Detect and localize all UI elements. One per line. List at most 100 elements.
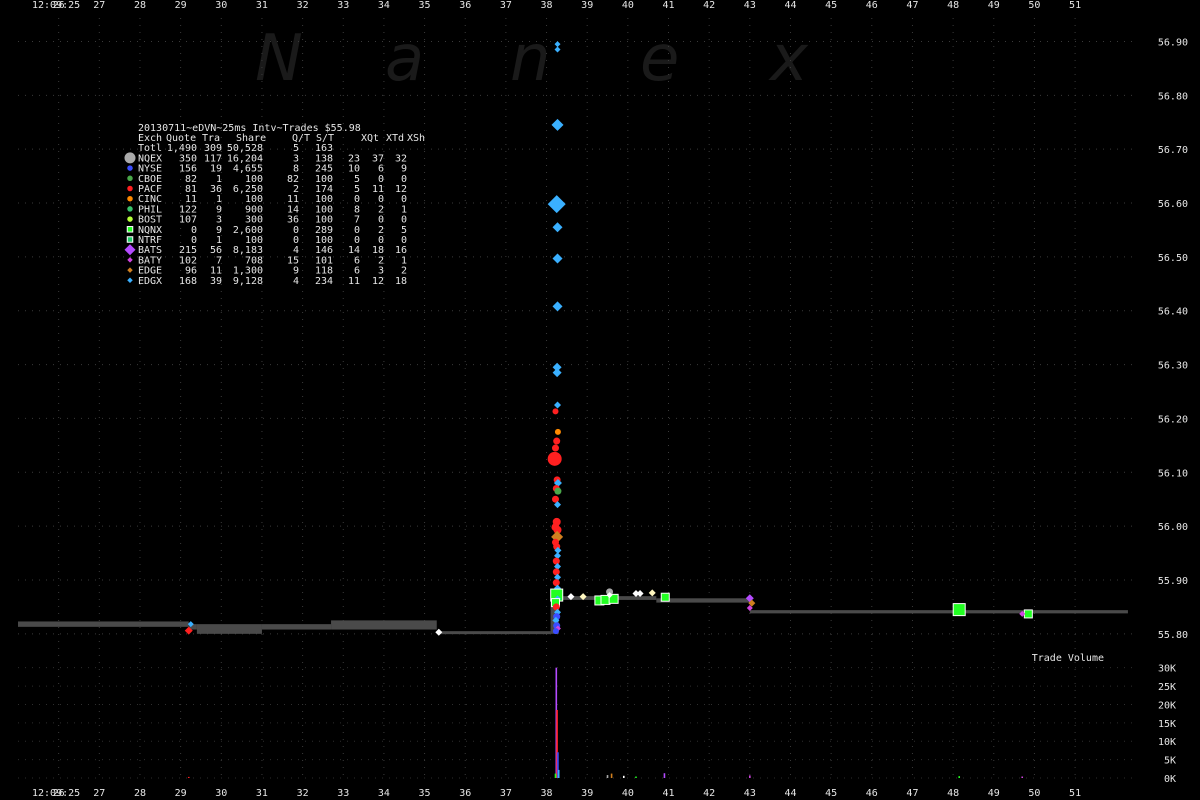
price-tick-label: 56.40 xyxy=(1158,307,1188,318)
legend: 20130711~eDVN~25ms Intv~Trades $55.98Exc… xyxy=(124,123,425,287)
x-tick-label: 49 xyxy=(988,0,1000,11)
legend-header-cell: XTd xyxy=(386,133,404,144)
nbbo-segment xyxy=(196,624,262,634)
volume-bar xyxy=(187,776,190,778)
legend-marker xyxy=(127,216,133,222)
volume-bar xyxy=(606,775,609,778)
volume-bar xyxy=(1021,776,1024,778)
legend-marker xyxy=(127,277,133,284)
volume-bar xyxy=(663,773,666,778)
legend-row-value: 234 xyxy=(315,276,333,287)
x-tick-label: 27 xyxy=(93,0,105,11)
x-tick-label: 38 xyxy=(541,788,553,799)
trade-point xyxy=(554,401,562,409)
nbbo-segment xyxy=(656,598,750,603)
trade-point xyxy=(552,408,559,415)
x-tick-label: 34 xyxy=(378,0,390,11)
legend-row-name: EDGX xyxy=(138,276,162,287)
trade-point xyxy=(636,589,644,597)
trade-point xyxy=(554,46,561,53)
trade-point xyxy=(552,568,560,576)
x-tick-label: 41 xyxy=(662,0,674,11)
volume-axis: Trade Volume 0K 5K 10K 15K 20K 25K 30K xyxy=(1032,653,1176,785)
price-tick-label: 56.60 xyxy=(1158,199,1188,210)
price-tick-label: 55.90 xyxy=(1158,576,1188,587)
price-tick-label: 56.00 xyxy=(1158,522,1188,533)
x-tick-label: 28 xyxy=(134,0,146,11)
trade-point xyxy=(1023,609,1033,619)
volume-tick-label: 30K xyxy=(1158,664,1176,675)
price-tick-label: 56.80 xyxy=(1158,91,1188,102)
trade-point xyxy=(552,557,560,565)
volume-bar xyxy=(958,776,961,778)
x-tick-label: 26 xyxy=(53,788,65,799)
legend-row-value: 9,128 xyxy=(233,276,263,287)
legend-row-value: 4 xyxy=(293,276,299,287)
legend-row-value: 11 xyxy=(348,276,360,287)
legend-marker xyxy=(127,267,133,273)
legend-header-cell: XQt xyxy=(361,133,379,144)
trade-point xyxy=(552,222,563,233)
legend-marker xyxy=(127,175,133,182)
x-tick-label: 44 xyxy=(784,788,796,799)
x-tick-label: 43 xyxy=(744,788,756,799)
x-tick-label: 32 xyxy=(297,788,309,799)
price-axis: 55.80 55.90 56.00 56.10 56.20 56.30 56.40 56.50… xyxy=(1158,37,1188,640)
trade-point xyxy=(547,195,566,214)
x-tick-label: 37 xyxy=(500,788,512,799)
x-tick-label: 31 xyxy=(256,788,268,799)
volume-bar xyxy=(554,773,557,778)
x-tick-label: 40 xyxy=(622,0,634,11)
volume-bar xyxy=(622,775,625,778)
volume-tick-label: 25K xyxy=(1158,682,1176,693)
x-tick-label: 39 xyxy=(581,0,593,11)
trade-point xyxy=(660,592,670,602)
x-tick-label: 51 xyxy=(1069,788,1081,799)
price-tick-label: 56.50 xyxy=(1158,253,1188,264)
x-tick-label: 35 xyxy=(419,788,431,799)
watermark-letter: N xyxy=(255,22,303,96)
x-tick-label: 36 xyxy=(459,0,471,11)
trade-point xyxy=(552,628,559,635)
x-tick-label: 49 xyxy=(988,788,1000,799)
x-tick-label: 50 xyxy=(1028,788,1040,799)
trade-point xyxy=(554,428,561,435)
x-tick-label: 38 xyxy=(541,0,553,11)
trade-point xyxy=(552,253,563,264)
nbbo-segment xyxy=(18,621,189,627)
watermark: Na n e x xyxy=(255,22,809,96)
legend-marker xyxy=(127,195,133,202)
chart: Nanex 12:09:2526 27 28 29 30 31 32 33 34 35 36 37 38… xyxy=(18,0,1188,799)
x-tick-label: 30 xyxy=(215,788,227,799)
x-tick-label: 34 xyxy=(378,788,390,799)
x-axis-top: 12:09:2526 27 28 29 30 31 32 33 34 35 36 37 38 39 40 41… xyxy=(32,0,1081,11)
price-tick-label: 56.70 xyxy=(1158,145,1188,156)
price-tick-label: 56.20 xyxy=(1158,414,1188,425)
trade-point xyxy=(547,451,562,466)
x-tick-label: 46 xyxy=(866,788,878,799)
legend-marker xyxy=(124,244,136,256)
x-tick-label: 43 xyxy=(744,0,756,11)
x-tick-label: 30 xyxy=(215,0,227,11)
x-tick-label: 39 xyxy=(581,788,593,799)
trade-point xyxy=(648,589,656,597)
x-tick-label: 45 xyxy=(825,0,837,11)
x-tick-label: 50 xyxy=(1028,0,1040,11)
x-tick-label: 42 xyxy=(703,0,715,11)
x-tick-label: 46 xyxy=(866,0,878,11)
x-tick-label: 51 xyxy=(1069,0,1081,11)
x-tick-label: 41 xyxy=(662,788,674,799)
volume-bar xyxy=(749,775,751,778)
volume-bar xyxy=(557,769,560,778)
x-tick-label: 27 xyxy=(93,788,105,799)
x-tick-label: 29 xyxy=(175,788,187,799)
legend-header-cell: XSh xyxy=(407,133,425,144)
x-tick-label: 33 xyxy=(337,788,349,799)
watermark-letter: a xyxy=(385,22,424,96)
trade-point xyxy=(551,444,559,452)
x-tick-label: 47 xyxy=(906,788,918,799)
legend-row-value: 168 xyxy=(179,276,197,287)
trade-point xyxy=(435,628,443,636)
x-tick-label: 32 xyxy=(297,0,309,11)
nbbo-segment xyxy=(331,620,437,630)
